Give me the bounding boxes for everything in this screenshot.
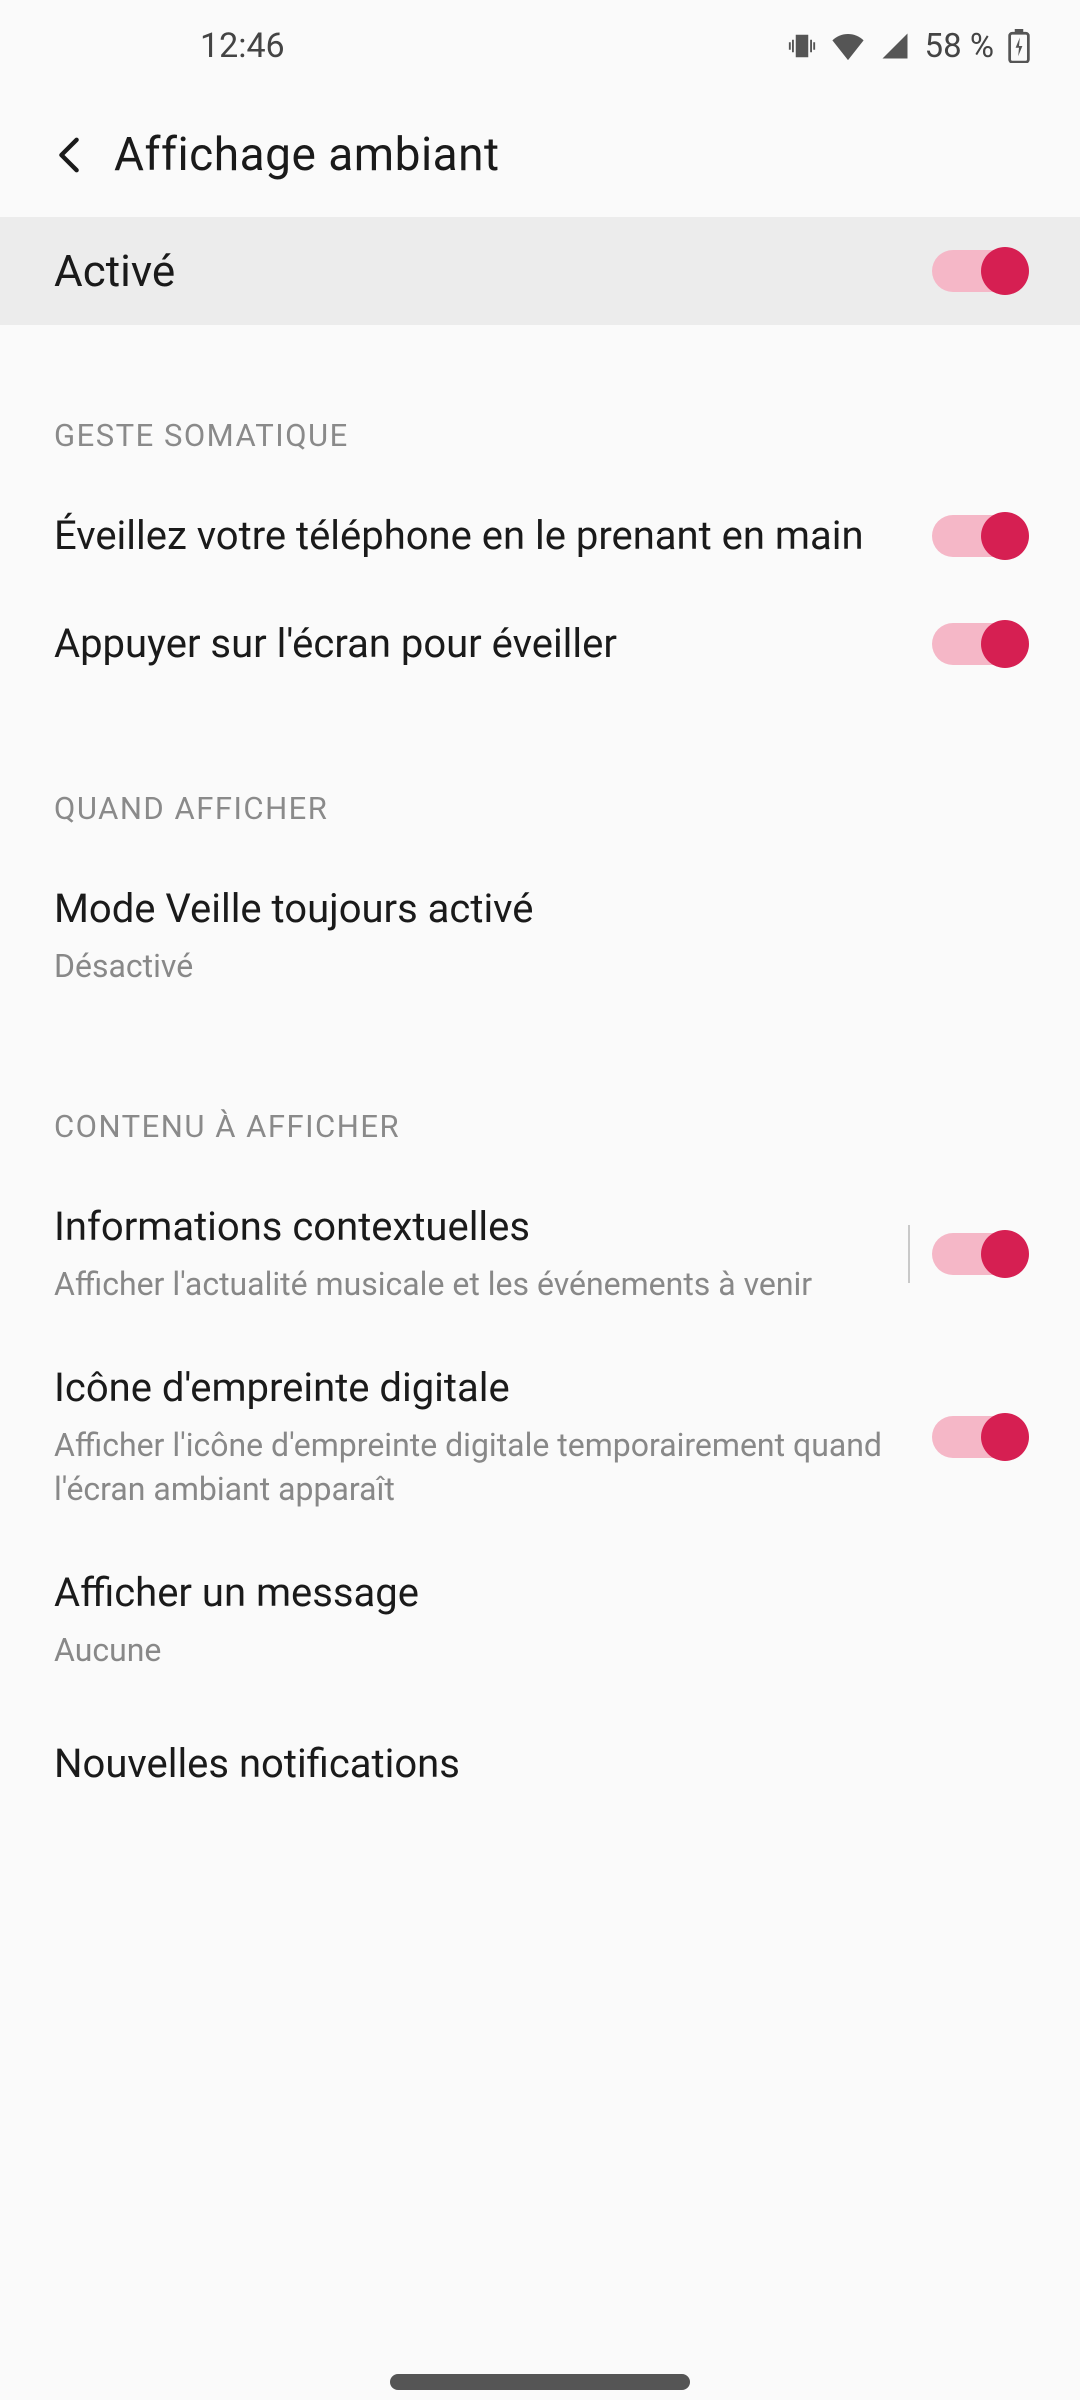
section-header-gesture: GESTE SOMATIQUE <box>54 325 1026 482</box>
page-title: Affichage ambiant <box>114 128 500 182</box>
item-subtitle: Afficher l'actualité musicale et les évé… <box>54 1263 878 1306</box>
item-title: Informations contextuelles <box>54 1201 878 1253</box>
item-title: Mode Veille toujours activé <box>54 883 996 935</box>
item-always-on[interactable]: Mode Veille toujours activé Désactivé <box>54 855 1026 1016</box>
toggle-contextual-info[interactable] <box>932 1233 1026 1275</box>
status-time: 12:46 <box>200 26 285 66</box>
toggle-wake-on-pickup[interactable] <box>932 515 1026 557</box>
wifi-icon <box>831 31 865 61</box>
item-fingerprint-icon[interactable]: Icône d'empreinte digitale Afficher l'ic… <box>54 1334 1026 1538</box>
status-icons: 58 % <box>787 27 1030 66</box>
item-contextual-info[interactable]: Informations contextuelles Afficher l'ac… <box>54 1173 1026 1334</box>
item-new-notifications[interactable]: Nouvelles notifications <box>54 1700 1026 1800</box>
item-title: Afficher un message <box>54 1567 996 1619</box>
status-bar: 12:46 58 % <box>0 0 1080 92</box>
back-button[interactable] <box>54 135 84 175</box>
battery-percent: 58 % <box>925 27 994 66</box>
vibrate-icon <box>787 31 817 61</box>
toggle-tap-to-wake[interactable] <box>932 623 1026 665</box>
master-toggle-label: Activé <box>54 245 175 297</box>
item-subtitle: Afficher l'icône d'empreinte digitale te… <box>54 1424 902 1510</box>
header: Affichage ambiant <box>0 92 1080 217</box>
section-header-content: CONTENU À AFFICHER <box>54 1016 1026 1173</box>
toggle-fingerprint-icon[interactable] <box>932 1416 1026 1458</box>
item-subtitle: Aucune <box>54 1629 996 1672</box>
item-title: Appuyer sur l'écran pour éveiller <box>54 618 902 670</box>
item-title: Nouvelles notifications <box>54 1738 996 1790</box>
master-toggle-row[interactable]: Activé <box>0 217 1080 325</box>
item-tap-to-wake[interactable]: Appuyer sur l'écran pour éveiller <box>54 590 1026 698</box>
item-show-message[interactable]: Afficher un message Aucune <box>54 1539 1026 1700</box>
master-toggle-switch[interactable] <box>932 250 1026 292</box>
section-header-when: QUAND AFFICHER <box>54 698 1026 855</box>
divider-icon <box>908 1225 910 1283</box>
item-wake-on-pickup[interactable]: Éveillez votre téléphone en le prenant e… <box>54 482 1026 590</box>
nav-handle[interactable] <box>390 2374 690 2390</box>
battery-charging-icon <box>1008 29 1030 63</box>
item-title: Éveillez votre téléphone en le prenant e… <box>54 510 902 562</box>
cellular-icon <box>879 31 911 61</box>
item-subtitle: Désactivé <box>54 945 996 988</box>
item-title: Icône d'empreinte digitale <box>54 1362 902 1414</box>
